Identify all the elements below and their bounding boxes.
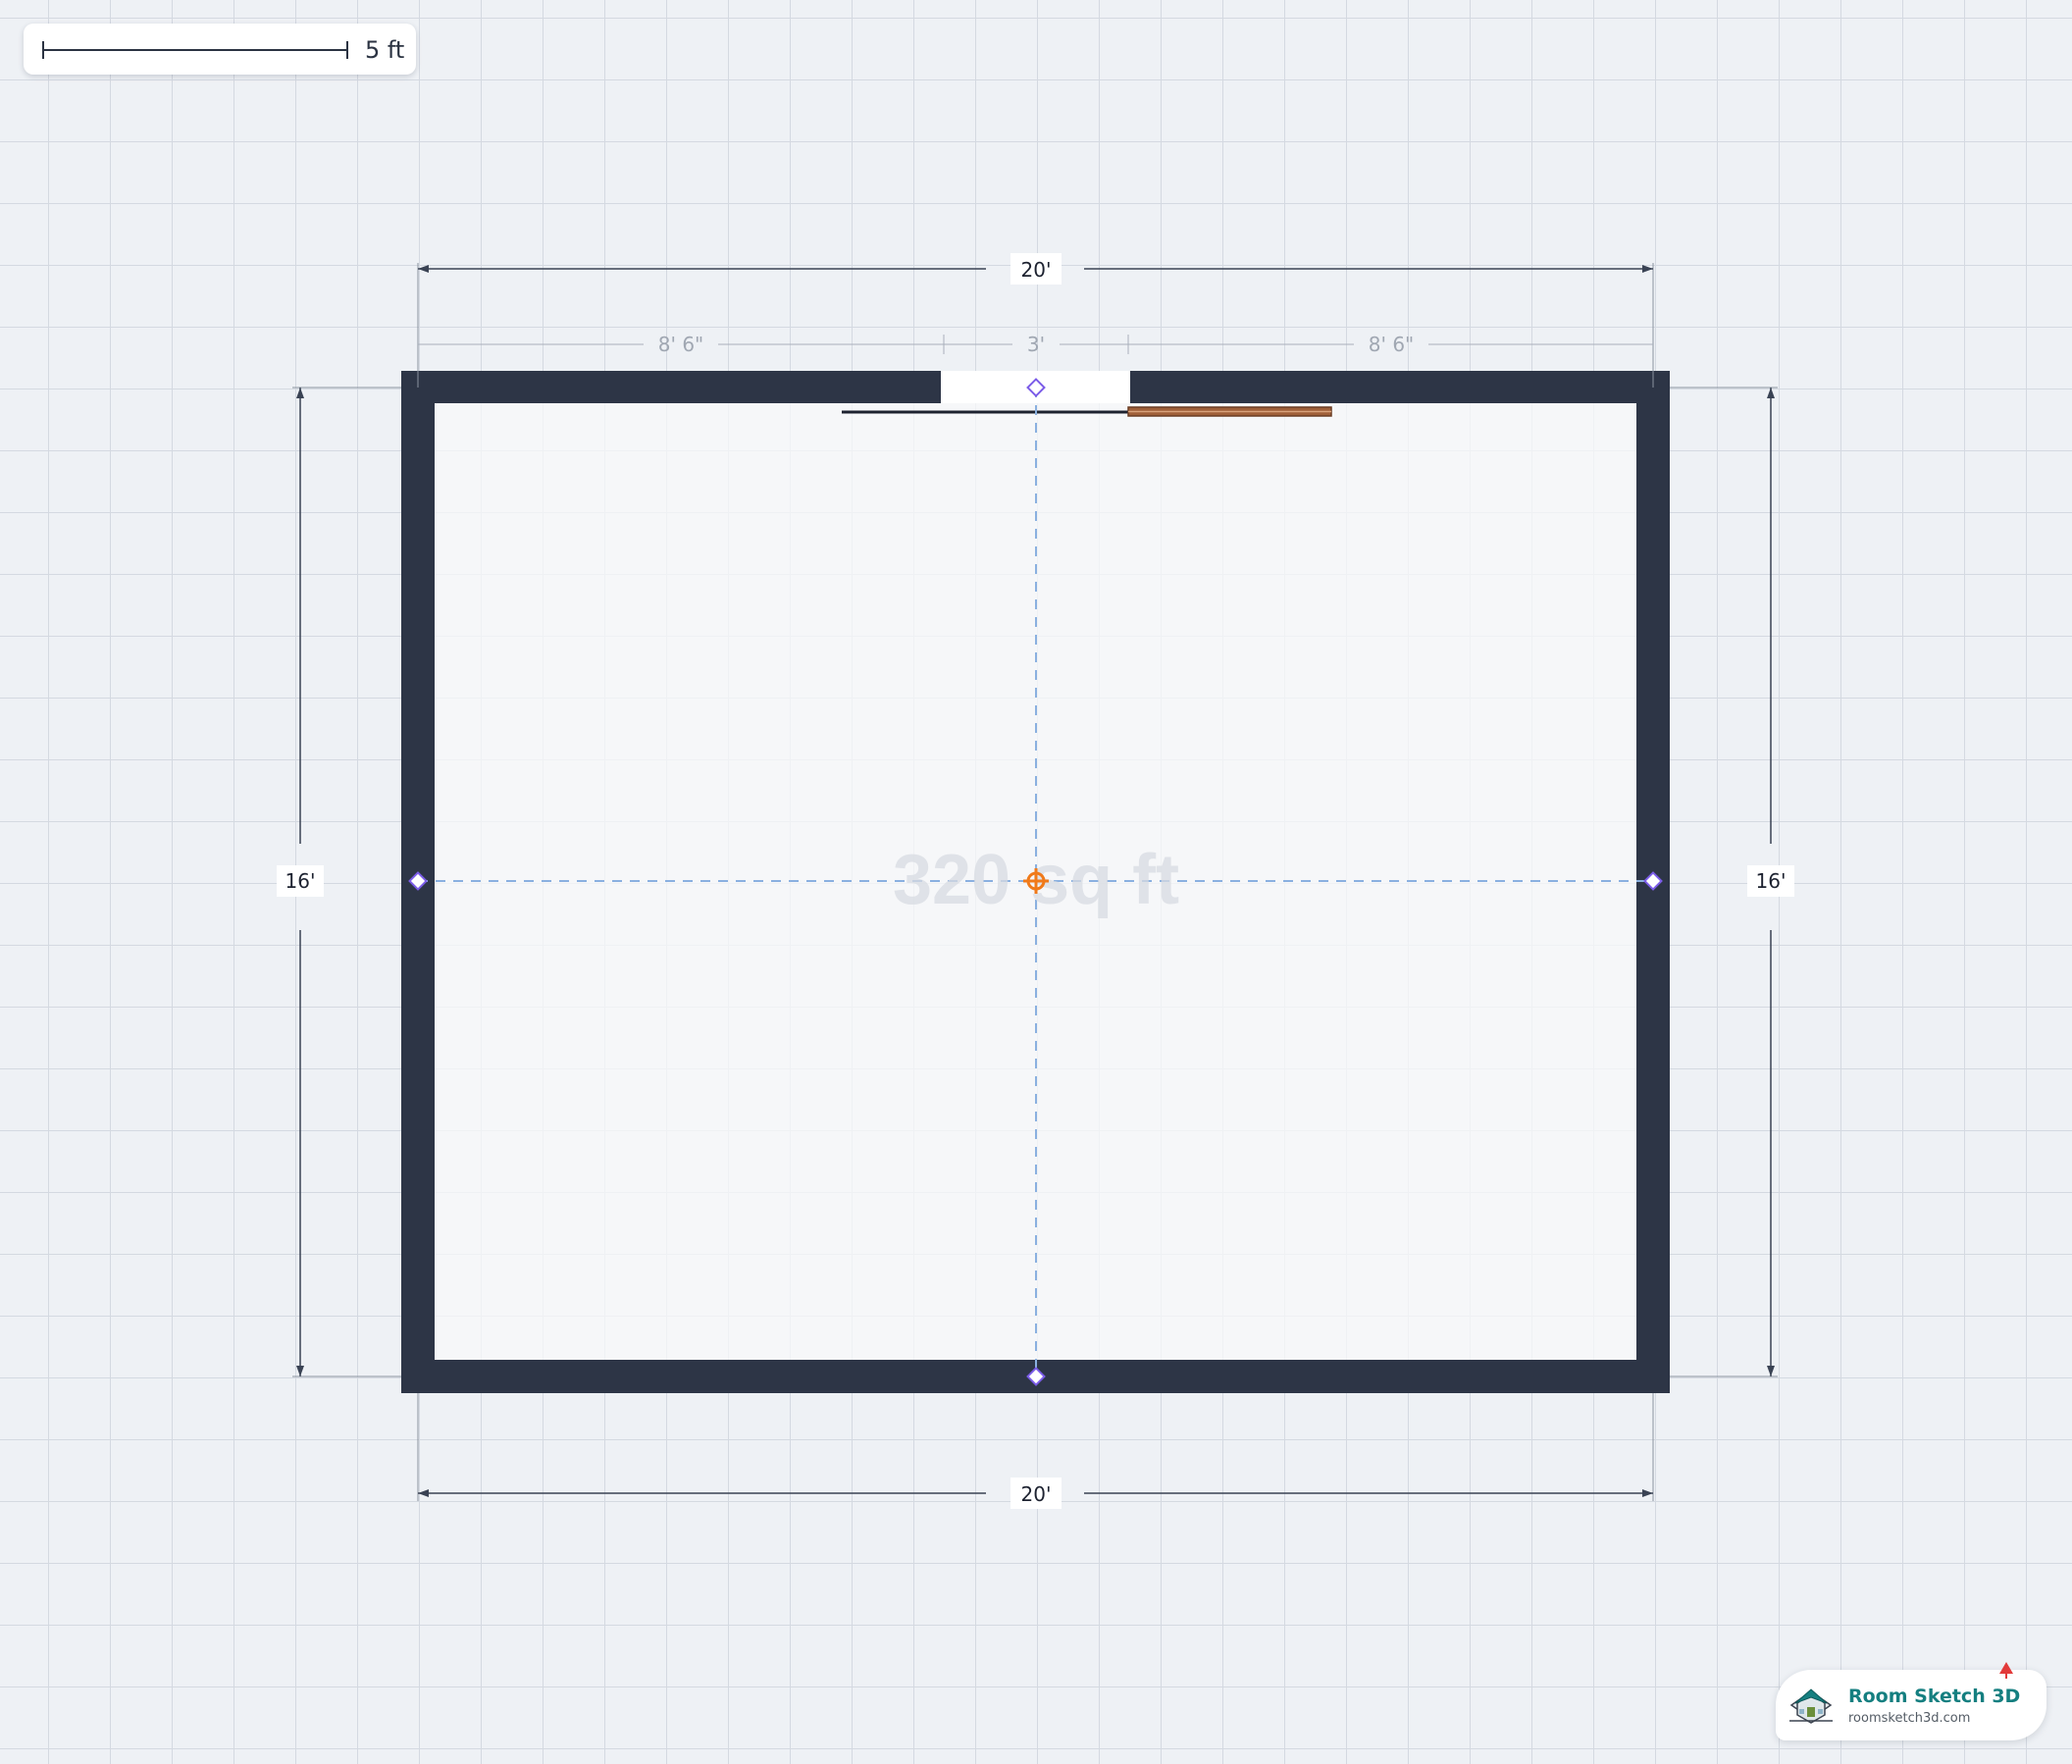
- scale-bar-end-tick: [346, 41, 348, 59]
- dimension-bottom-total-label[interactable]: 20': [1021, 1482, 1052, 1506]
- dimension-top-total-label[interactable]: 20': [1021, 258, 1052, 282]
- wall-top-left[interactable]: [401, 371, 941, 403]
- dimension-top-right-segment-label[interactable]: 8' 6": [1369, 333, 1415, 356]
- wall-top-right[interactable]: [1130, 371, 1670, 403]
- house-logo-icon: [1789, 1688, 1833, 1724]
- dimension-left-height-label[interactable]: 16': [285, 869, 316, 893]
- brand-badge[interactable]: Room Sketch 3D roomsketch3d.com: [1776, 1670, 2046, 1740]
- scale-bar-start-tick: [42, 41, 44, 59]
- dimension-door-segment-label[interactable]: 3': [1027, 333, 1045, 356]
- scale-bar: [42, 41, 348, 59]
- scale-label: 5 ft: [365, 36, 405, 64]
- brand-url[interactable]: roomsketch3d.com: [1848, 1711, 1970, 1726]
- dimension-right-height-label[interactable]: 16': [1756, 869, 1787, 893]
- brand-name: Room Sketch 3D: [1848, 1686, 2021, 1707]
- floor-plan-canvas[interactable]: 320 sq ft 20' 8' 6" 3' 8' 6" 20' 16' 16': [0, 0, 2072, 1764]
- dimension-top-left-segment-label[interactable]: 8' 6": [658, 333, 704, 356]
- scale-indicator: 5 ft: [24, 24, 416, 75]
- red-flag-icon[interactable]: [1995, 1658, 2017, 1680]
